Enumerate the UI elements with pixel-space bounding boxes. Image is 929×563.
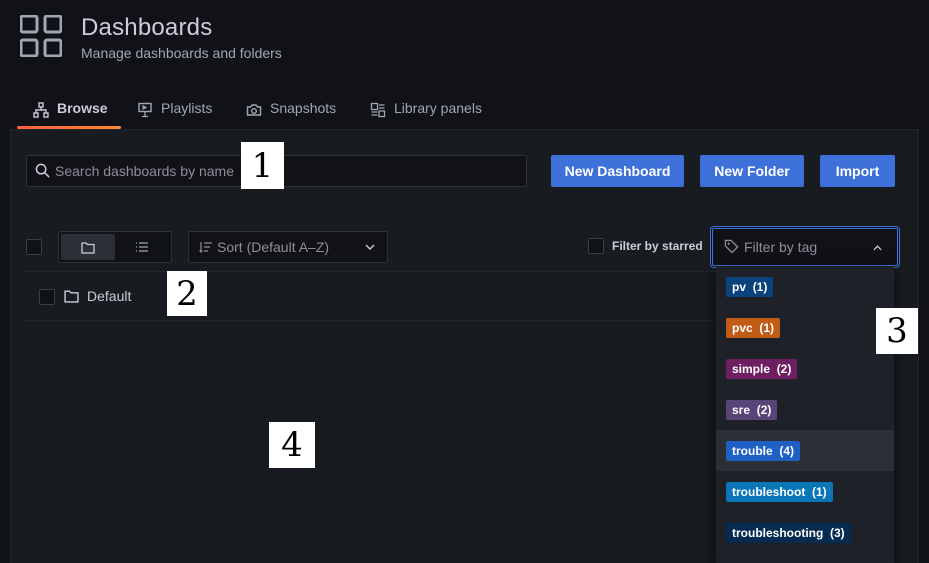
select-all-checkbox[interactable] [26, 239, 42, 255]
folder-checkbox[interactable] [39, 289, 55, 305]
tag-option-simple[interactable]: simple (2) [726, 359, 798, 379]
tag-icon [724, 239, 739, 254]
tag-option-pv[interactable]: pv (1) [726, 277, 774, 297]
apps-grid-icon [20, 15, 62, 57]
tab-library-panels[interactable]: Library panels [370, 100, 482, 130]
sitemap-icon [33, 102, 49, 118]
tag-option-troubleshoot[interactable]: troubleshoot (1) [726, 482, 833, 502]
chevron-up-icon[interactable] [873, 245, 882, 251]
callout-3: 3 [876, 308, 918, 354]
folder-icon [81, 241, 95, 254]
callout-4: 4 [269, 422, 315, 468]
filter-starred-checkbox[interactable] [588, 238, 604, 254]
sort-label: Sort (Default A–Z) [217, 239, 330, 255]
import-button[interactable]: Import [820, 155, 895, 187]
new-dashboard-button[interactable]: New Dashboard [551, 155, 684, 187]
tab-playlists[interactable]: Playlists [137, 100, 212, 130]
tab-label: Playlists [161, 100, 213, 116]
presentation-icon [138, 102, 152, 118]
search-icon [35, 163, 50, 178]
new-folder-button[interactable]: New Folder [700, 155, 804, 187]
camera-icon [246, 104, 262, 116]
page-subtitle: Manage dashboards and folders [81, 45, 282, 61]
page-title: Dashboards [81, 14, 213, 41]
folder-icon [64, 290, 79, 303]
list-icon [136, 242, 148, 252]
chevron-down-icon [365, 244, 375, 250]
tab-snapshots[interactable]: Snapshots [246, 100, 336, 130]
callout-1: 1 [241, 142, 284, 189]
sort-select[interactable]: Sort (Default A–Z) [188, 231, 388, 263]
tab-label: Snapshots [270, 100, 337, 116]
tag-option-trouble[interactable]: trouble (4) [726, 441, 801, 461]
tag-option-troubleshooting[interactable]: troubleshooting (3) [726, 523, 851, 543]
search-input[interactable] [50, 156, 520, 186]
library-panel-icon [370, 102, 386, 118]
folder-name[interactable]: Default [87, 288, 131, 304]
tab-label: Browse [57, 100, 108, 116]
list-view-button[interactable] [115, 234, 169, 260]
tab-label: Library panels [394, 100, 482, 116]
tag-filter-placeholder: Filter by tag [744, 239, 818, 255]
tag-option-sre[interactable]: sre (2) [726, 400, 778, 420]
filter-starred-label: Filter by starred [612, 239, 703, 253]
folder-view-button[interactable] [61, 234, 115, 260]
sort-icon [199, 242, 212, 253]
tag-option-pvc[interactable]: pvc (1) [726, 318, 781, 338]
callout-2: 2 [167, 271, 207, 316]
